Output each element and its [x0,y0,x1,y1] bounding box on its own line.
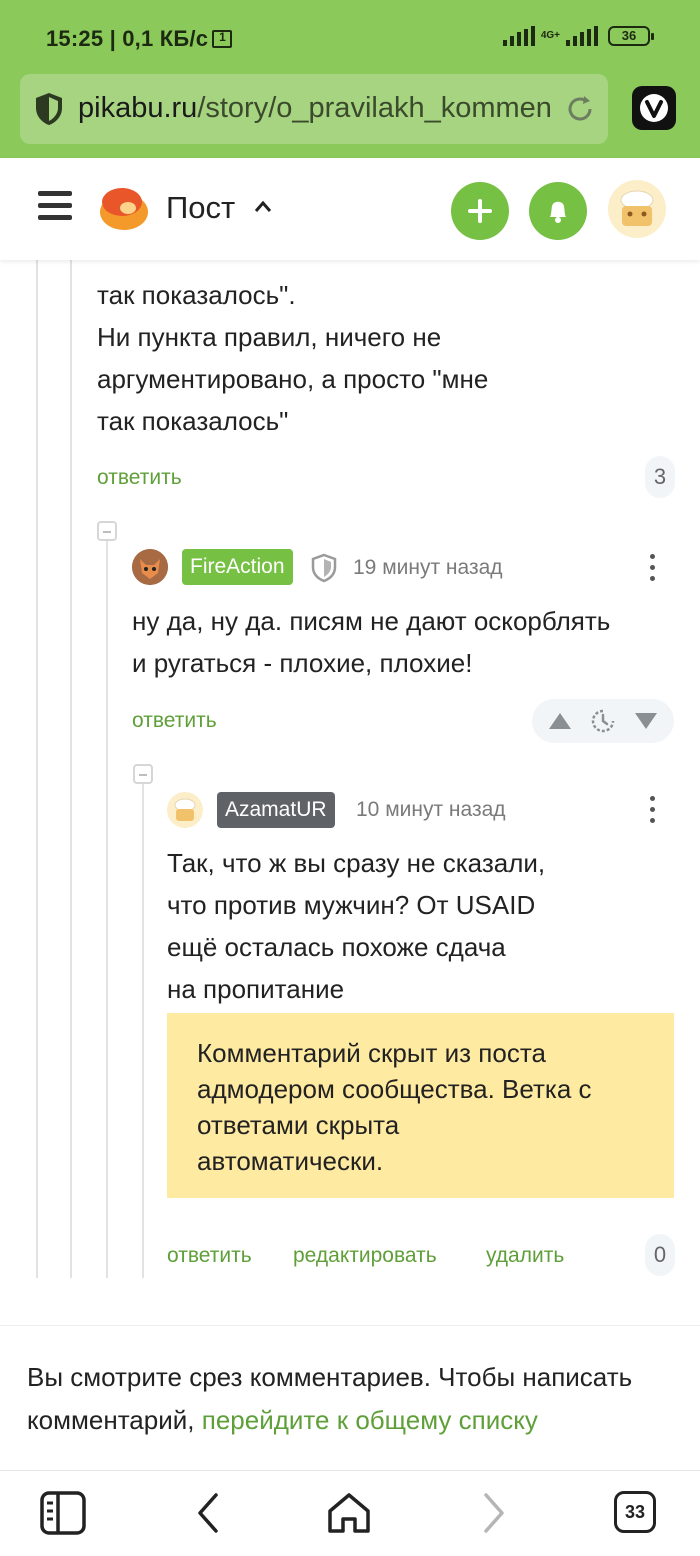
pikabu-logo[interactable] [98,182,150,234]
signal-icon-2 [566,26,598,46]
plus-icon [468,199,492,223]
replies-count[interactable]: 3 [645,456,675,498]
collapse-thread-button[interactable] [133,764,153,784]
home-icon[interactable] [324,1489,374,1537]
comments-slice-notice: Вы смотрите срез комментариев. Чтобы нап… [27,1362,633,1435]
more-options-icon[interactable] [648,554,656,584]
go-to-comments-link[interactable]: перейдите к общему списку [202,1405,538,1435]
upvote-icon[interactable] [548,711,572,731]
comment-time: 19 минут назад [353,556,503,579]
divider [0,1325,700,1326]
url-text[interactable]: pikabu.ru/story/o_pravilakh_komment [78,92,550,125]
back-icon[interactable] [184,1489,234,1537]
reply-link[interactable]: ответить [132,709,217,733]
thread-line [70,260,72,1278]
clock-icon[interactable] [590,708,616,734]
chevron-up-icon[interactable] [254,198,272,216]
address-bar[interactable]: pikabu.ru/story/o_pravilakh_komment [20,74,608,144]
downvote-icon[interactable] [634,711,658,731]
author-nick[interactable]: FireAction [182,549,293,585]
notifications-button[interactable] [529,182,587,240]
comment-text: ну да, ну да. писям не дают оскорблять и… [132,606,611,678]
panel-icon[interactable] [38,1489,88,1537]
hidden-comment-notice: Комментарий скрыт из поста адмодером соо… [167,1013,674,1198]
browser-bottom-bar: 33 [0,1470,700,1556]
vivaldi-menu-icon[interactable] [632,86,676,130]
replies-count[interactable]: 0 [645,1234,675,1276]
reload-icon[interactable] [564,93,596,125]
network-type: 4G+ [540,30,560,41]
add-post-button[interactable] [451,182,509,240]
status-time-speed: 15:25 | 0,1 КБ/с [46,26,233,52]
shield-icon[interactable] [34,92,64,126]
site-header: Пост [0,158,700,260]
edit-link[interactable]: редактировать [293,1244,437,1268]
comment-text: Так, что ж вы сразу не сказали, что прот… [167,848,546,1004]
thread-line [142,782,144,1278]
comment-text: так показалось". Ни пункта правил, ничег… [97,280,489,436]
comment-time: 10 минут назад [356,798,506,821]
more-options-icon[interactable] [648,796,656,826]
battery-icon: 36 [608,26,654,46]
signal-icon [502,26,535,46]
browser-top-area: 15:25 | 0,1 КБ/с 4G+ 36 pikabu.ru/story/… [0,0,700,158]
user-avatar[interactable] [608,180,666,238]
vote-controls [532,699,674,743]
avatar[interactable] [132,549,168,585]
notification-icon [212,30,233,48]
avatar[interactable] [167,792,203,828]
status-indicators: 4G+ 36 [502,26,654,46]
forward-icon[interactable] [468,1489,518,1537]
reply-link[interactable]: ответить [167,1244,252,1268]
shield-badge-icon [311,553,337,583]
collapse-thread-button[interactable] [97,521,117,541]
page-title[interactable]: Пост [166,190,235,226]
thread-line [36,260,38,1278]
reply-link[interactable]: ответить [97,466,182,490]
author-nick[interactable]: AzamatUR [217,792,335,828]
bell-icon [550,201,566,223]
thread-line [106,540,108,1278]
menu-icon[interactable] [38,191,72,221]
tabs-button[interactable]: 33 [614,1491,656,1533]
delete-link[interactable]: удалить [486,1244,564,1268]
